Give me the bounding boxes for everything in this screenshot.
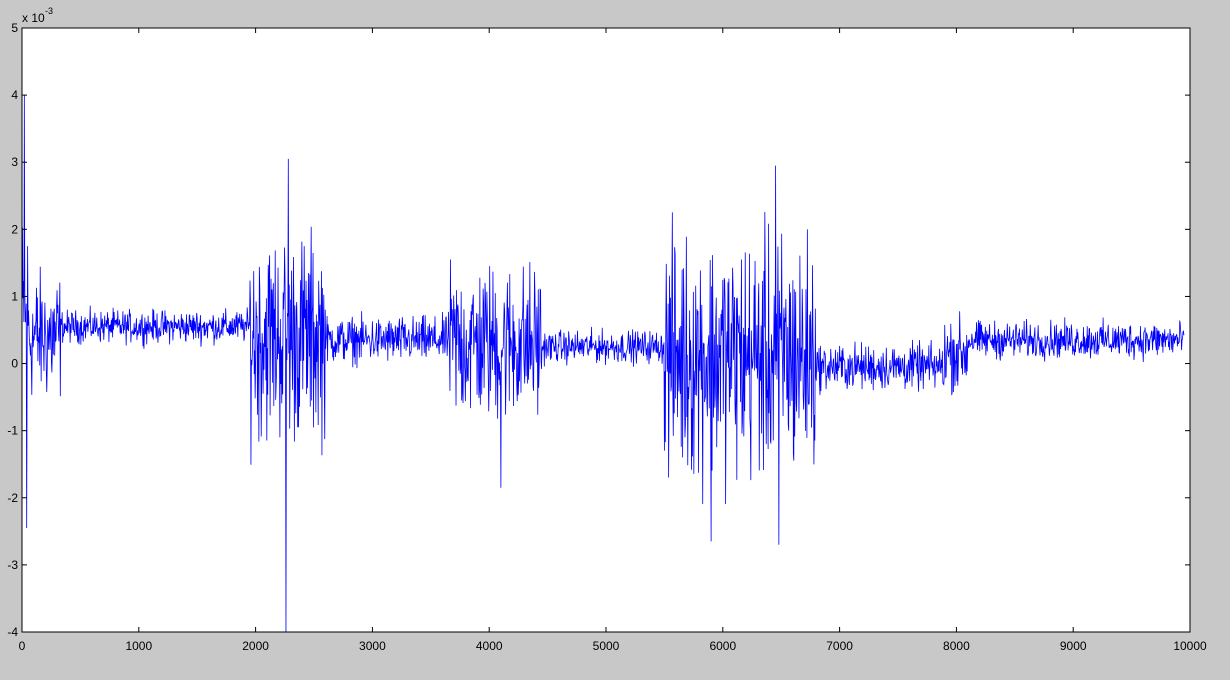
y-exponent-base: x 10 bbox=[22, 11, 45, 25]
y-tick-label: 1 bbox=[11, 289, 18, 303]
y-tick-label: -3 bbox=[7, 558, 18, 572]
y-tick-label: -4 bbox=[7, 625, 18, 639]
x-tick-label: 5000 bbox=[593, 639, 620, 653]
x-tick-label: 10000 bbox=[1173, 639, 1207, 653]
x-tick-label: 6000 bbox=[709, 639, 736, 653]
x-tick-label: 8000 bbox=[943, 639, 970, 653]
x-tick-label: 4000 bbox=[476, 639, 503, 653]
y-tick-label: 5 bbox=[11, 21, 18, 35]
x-tick-label: 1000 bbox=[125, 639, 152, 653]
y-tick-label: 2 bbox=[11, 222, 18, 236]
x-tick-label: 9000 bbox=[1060, 639, 1087, 653]
y-tick-label: -2 bbox=[7, 491, 18, 505]
x-tick-label: 7000 bbox=[826, 639, 853, 653]
y-tick-label: 3 bbox=[11, 155, 18, 169]
y-tick-label: 4 bbox=[11, 88, 18, 102]
y-tick-label: 0 bbox=[11, 357, 18, 371]
x-tick-label: 2000 bbox=[242, 639, 269, 653]
x-tick-label: 3000 bbox=[359, 639, 386, 653]
y-exponent-power: -3 bbox=[45, 6, 53, 16]
y-tick-label: -1 bbox=[7, 424, 18, 438]
x-tick-label: 0 bbox=[19, 639, 26, 653]
figure: 0 1000 2000 3000 4000 5000 6000 7000 8000 9000 100… bbox=[0, 0, 1230, 680]
